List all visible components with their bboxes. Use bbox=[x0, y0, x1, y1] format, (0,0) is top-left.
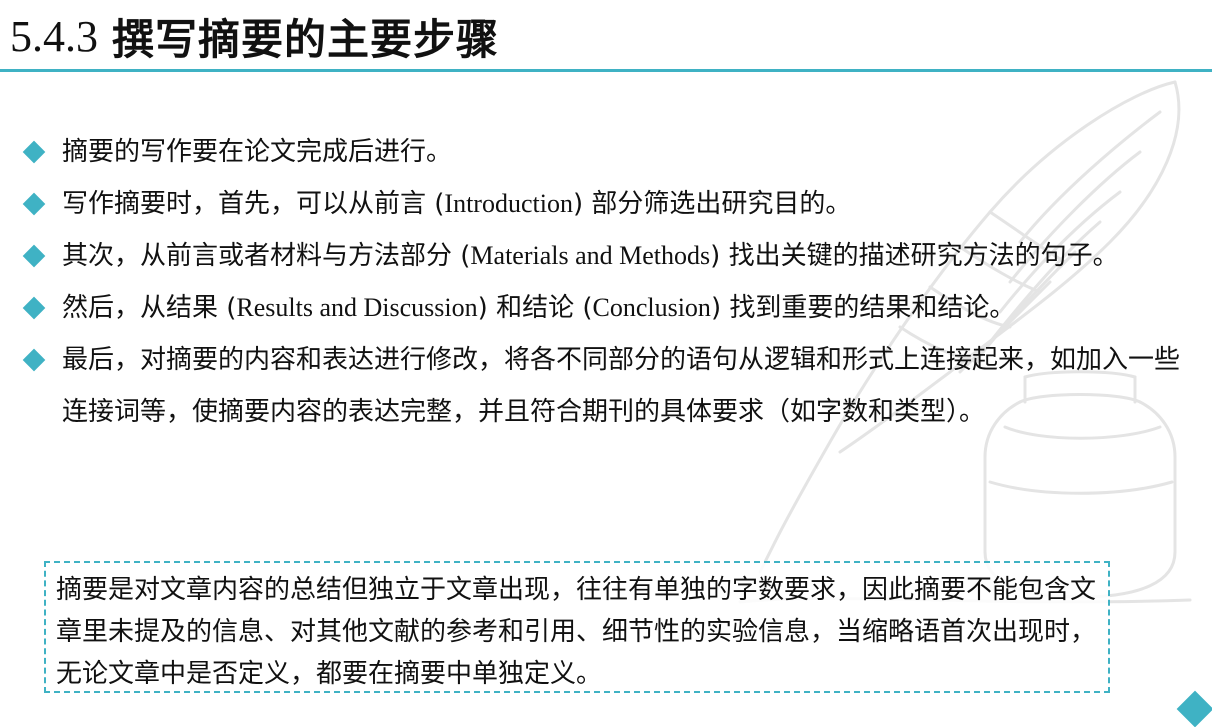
text-segment: 然后，从结果 ( bbox=[62, 293, 237, 323]
diamond-bullet-icon bbox=[22, 296, 46, 320]
text-segment: 写作摘要时，首先，可以从前言 ( bbox=[62, 189, 445, 219]
text-segment: 其次，从前言或者材料与方法部分 ( bbox=[62, 241, 471, 271]
text-segment: ) 和结论 ( bbox=[477, 293, 593, 323]
text-segment: ) 找出关键的描述研究方法的句子。 bbox=[710, 241, 1119, 271]
list-item-text: 写作摘要时，首先，可以从前言 (Introduction) 部分筛选出研究目的。 bbox=[62, 178, 1192, 230]
diamond-bullet-icon bbox=[22, 244, 46, 268]
list-item-text: 摘要的写作要在论文完成后进行。 bbox=[62, 137, 453, 167]
english-term: Introduction bbox=[444, 189, 573, 218]
list-item-text: 其次，从前言或者材料与方法部分 (Materials and Methods) … bbox=[62, 230, 1192, 282]
diamond-bullet-icon bbox=[22, 192, 46, 216]
english-term: Materials and Methods bbox=[470, 241, 711, 270]
list-item: 然后，从结果 (Results and Discussion) 和结论 (Con… bbox=[22, 282, 1192, 334]
english-term: Results and Discussion bbox=[236, 293, 478, 322]
list-item: 写作摘要时，首先，可以从前言 (Introduction) 部分筛选出研究目的。 bbox=[22, 178, 1192, 230]
text-segment: ) 找到重要的结果和结论。 bbox=[710, 293, 1016, 323]
list-item-text: 然后，从结果 (Results and Discussion) 和结论 (Con… bbox=[62, 282, 1192, 334]
diamond-corner-icon bbox=[1176, 690, 1212, 727]
diamond-bullet-icon bbox=[22, 140, 46, 164]
section-title: 撰写摘要的主要步骤 bbox=[112, 14, 500, 64]
page-title: 5.4.3 撰写摘要的主要步骤 bbox=[10, 4, 499, 68]
list-item-text: 最后，对摘要的内容和表达进行修改，将各不同部分的语句从逻辑和形式上连接起来，如加… bbox=[62, 345, 1181, 427]
step-list: 摘要的写作要在论文完成后进行。 写作摘要时，首先，可以从前言 (Introduc… bbox=[22, 126, 1192, 438]
list-item: 摘要的写作要在论文完成后进行。 bbox=[22, 126, 1192, 178]
note-text: 摘要是对文章内容的总结但独立于文章出现，往往有单独的字数要求，因此摘要不能包含文… bbox=[56, 575, 1097, 689]
note-box: 摘要是对文章内容的总结但独立于文章出现，往往有单独的字数要求，因此摘要不能包含文… bbox=[44, 561, 1110, 693]
section-number: 5.4.3 bbox=[10, 11, 98, 61]
list-item: 最后，对摘要的内容和表达进行修改，将各不同部分的语句从逻辑和形式上连接起来，如加… bbox=[22, 334, 1192, 438]
diamond-bullet-icon bbox=[22, 348, 46, 372]
text-segment: ) 部分筛选出研究目的。 bbox=[572, 189, 852, 219]
english-term: Conclusion bbox=[592, 293, 711, 322]
list-item: 其次，从前言或者材料与方法部分 (Materials and Methods) … bbox=[22, 230, 1192, 282]
